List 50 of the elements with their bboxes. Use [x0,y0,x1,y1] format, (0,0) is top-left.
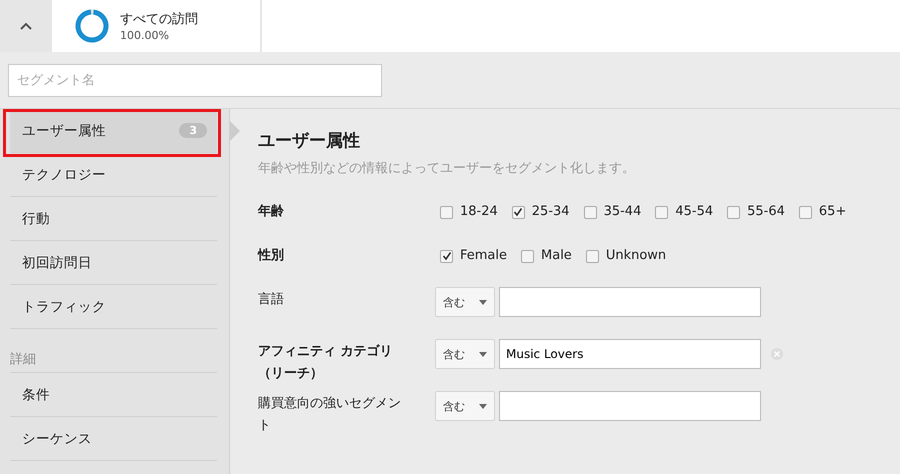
checkbox[interactable] [798,206,812,218]
checkbox[interactable] [521,250,534,262]
checkbox-option[interactable]: 18-24 [440,202,498,222]
sidebar-item[interactable]: トラフィック [10,285,217,329]
field-label: 年齢 [258,203,285,221]
operator-dropdown[interactable]: 含む [435,339,495,369]
panel-description: 年齢や性別などの情報によってユーザーをセグメント化します。 [258,160,636,177]
operator-dropdown[interactable]: 含む [435,391,495,421]
sidebar-item[interactable]: ユーザー属性 3 [10,109,217,153]
field-label: アフィニティ カテゴリ（リーチ） [258,343,394,383]
count-badge: 3 [179,123,207,138]
segment-card[interactable]: すべての訪問 100.00% [52,0,260,52]
sidebar-item[interactable]: シーケンス [10,417,217,461]
checkbox-option[interactable]: 65+ [798,202,846,222]
caret-icon [479,404,487,408]
checkbox[interactable] [586,250,599,262]
caret-icon [479,352,487,356]
checkbox-option[interactable]: 45-54 [655,202,714,222]
checkbox[interactable] [584,206,597,218]
segment-title: すべての訪問 [120,11,198,28]
sidebar-item[interactable]: 条件 [10,373,217,417]
field-label: 言語 [258,291,285,309]
caret-icon [479,300,487,304]
value-field[interactable]: Music Lovers [499,339,761,369]
checkbox[interactable] [655,206,668,218]
sidebar-item[interactable]: 行動 [10,197,217,241]
value-field[interactable] [499,287,761,317]
checkbox-option[interactable]: 35-44 [584,202,642,222]
checkbox-option[interactable]: 25-34 [512,202,570,222]
value-field[interactable] [499,391,761,421]
caret-icon [19,21,33,31]
checkbox-option[interactable]: Unknown [586,246,666,266]
segment-percent: 100.00% [120,29,170,42]
checkbox[interactable] [440,250,453,262]
segment-name-field[interactable]: セグメント名 [8,64,382,96]
field-label: 購買意向の強いセグメント [258,395,402,435]
checkbox-option[interactable]: 55-64 [727,202,785,222]
checkbox-option[interactable]: Male [521,246,572,266]
checkbox[interactable] [440,206,453,218]
checkbox[interactable] [727,206,740,218]
checkbox-option[interactable]: Female [440,246,508,266]
operator-dropdown[interactable]: 含む [435,287,495,317]
sidebar-item[interactable]: 初回訪問日 [10,241,217,285]
clear-icon[interactable] [771,348,783,360]
donut-icon [74,8,110,44]
checkbox[interactable] [512,206,525,218]
section-heading: 詳細 [10,339,217,373]
sidebar-item[interactable]: テクノロジー [10,153,217,197]
field-label: 性別 [258,247,285,265]
panel-title: ユーザー属性 [258,130,361,153]
